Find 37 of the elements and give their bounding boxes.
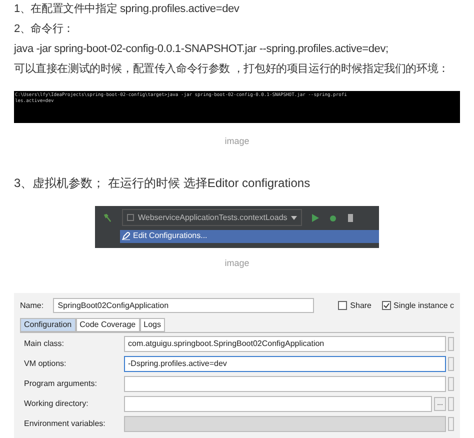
- field-label: Program arguments:: [23, 378, 98, 390]
- paragraph: 可以直接在测试的时候，配置传入命令行参数 ，打包好的项目运行的时候指定我们的环境：: [14, 62, 449, 77]
- checkbox-label: Single instance c: [394, 300, 454, 312]
- side-button[interactable]: [448, 377, 454, 391]
- paragraph: 3、虚拟机参数； 在运行的时候 选择Editor configrations: [13, 174, 312, 190]
- text-field[interactable]: [124, 376, 446, 392]
- name-label: Name:: [20, 300, 45, 312]
- play-icon[interactable]: [312, 214, 320, 222]
- side-button[interactable]: [448, 357, 454, 371]
- paragraph: java -jar spring-boot-02-config-0.0.1-SNAPSHOT.jar --spring.profiles.active=dev;: [14, 42, 388, 57]
- side-button[interactable]: [448, 397, 454, 411]
- checkbox[interactable]: [338, 301, 348, 310]
- tab[interactable]: Configuration: [20, 318, 76, 332]
- text-field[interactable]: com.atguigu.springboot.SpringBoot02ConfigApplication: [124, 336, 446, 352]
- hammer-icon[interactable]: [103, 213, 112, 222]
- menu-item-label: Edit Configurations...: [133, 230, 208, 242]
- field-label: Environment variables:: [23, 418, 106, 430]
- text-field[interactable]: -Dspring.profiles.active=dev: [124, 356, 446, 372]
- paragraph: 2、命令行：: [14, 22, 74, 37]
- image-caption: image: [224, 256, 250, 270]
- caret-icon: [291, 216, 298, 220]
- image-caption: image: [224, 135, 250, 148]
- tab[interactable]: Code Coverage: [76, 318, 140, 332]
- checkbox-label: Share: [350, 300, 372, 312]
- checkbox[interactable]: [382, 301, 391, 310]
- paragraph: 1、在配置文件中指定 spring.profiles.active=dev: [14, 2, 240, 17]
- side-button[interactable]: [448, 337, 454, 351]
- text-field[interactable]: [124, 396, 432, 412]
- name-field[interactable]: SpringBoot02ConfigApplication: [52, 298, 314, 313]
- tab[interactable]: Logs: [140, 318, 165, 332]
- field-label: VM options:: [23, 358, 68, 370]
- field-label: Main class:: [23, 338, 66, 350]
- side-button[interactable]: [448, 417, 454, 431]
- pencil-icon: [122, 232, 130, 240]
- field-label: Working directory:: [23, 398, 90, 410]
- run-config-dropdown[interactable]: WebserviceApplicationTests.contextLoads: [122, 209, 302, 226]
- menu-item[interactable]: Edit Configurations...: [120, 230, 379, 242]
